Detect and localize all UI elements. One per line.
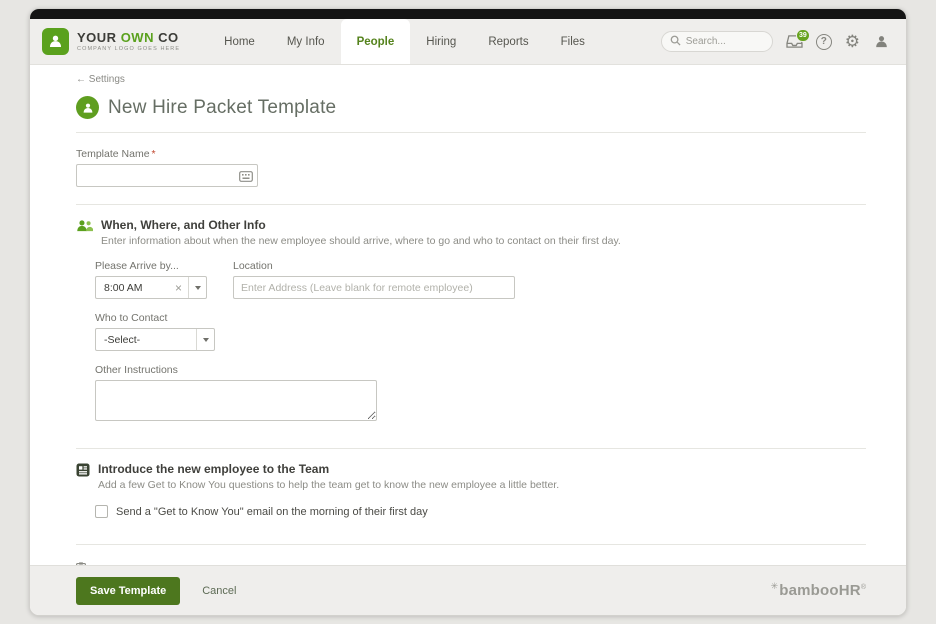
main-nav: Home My Info People Hiring Reports Files [208,19,601,64]
newspaper-icon [76,463,90,491]
save-template-button[interactable]: Save Template [76,577,180,605]
brand-own: OWN [121,30,154,45]
help-icon: ? [816,34,832,50]
header-actions: 39 ? ⚙ [661,19,906,64]
arrive-caret[interactable] [188,277,206,298]
chevron-down-icon [203,338,209,342]
divider [76,204,866,205]
brand-your: YOUR [77,30,117,45]
contact-caret[interactable] [196,329,214,350]
when-where-subtitle: Enter information about when the new emp… [101,235,621,247]
nav-item-home[interactable]: Home [208,19,271,64]
template-name-block: Template Name* [76,148,866,187]
arrive-time-value: 8:00 AM [96,282,151,294]
main-content: ← Settings New Hire Packet Template Temp… [30,65,906,565]
nav-item-files[interactable]: Files [545,19,601,64]
breadcrumb[interactable]: ← Settings [76,74,866,85]
when-where-section-header: When, Where, and Other Info Enter inform… [76,218,866,247]
divider [76,544,866,545]
company-logo[interactable]: YOUR OWN CO COMPANY LOGO GOES HERE [30,19,190,64]
notification-badge: 39 [796,29,810,42]
bamboo-leaf-icon: ✳ [771,581,779,592]
chevron-down-icon [195,286,201,290]
location-input[interactable] [233,276,515,299]
page-title: New Hire Packet Template [108,97,336,119]
introduce-subtitle: Add a few Get to Know You questions to h… [98,479,559,491]
arrive-time-select[interactable]: 8:00 AM × [95,276,207,299]
brand-tagline: COMPANY LOGO GOES HERE [77,47,180,53]
top-strip [30,9,906,19]
cancel-button[interactable]: Cancel [202,585,236,597]
registered-mark: ® [861,584,866,591]
instructions-textarea[interactable] [95,380,377,421]
instructions-field: Other Instructions [95,364,377,426]
nav-item-people[interactable]: People [341,19,411,64]
page-title-row: New Hire Packet Template [76,96,866,119]
divider [76,448,866,449]
contact-label: Who to Contact [95,312,215,324]
arrive-field: Please Arrive by... 8:00 AM × [95,260,207,299]
brand-co: CO [158,30,179,45]
account-icon [873,33,890,50]
clear-icon[interactable]: × [169,281,188,295]
contact-value: -Select- [96,334,148,346]
group-people-icon [76,219,93,247]
logo-person-icon [42,28,69,55]
back-arrow-icon: ← [76,74,86,85]
bamboohr-logo: ✳ bambooHR ® [771,582,866,599]
settings-button[interactable]: ⚙ [845,33,860,50]
location-label: Location [233,260,515,272]
introduce-section-header: Introduce the new employee to the Team A… [76,462,866,491]
footer: Save Template Cancel ✳ bambooHR ® [30,565,906,615]
account-button[interactable] [873,33,890,50]
search-box[interactable] [661,31,773,52]
contact-field: Who to Contact -Select- [95,312,215,351]
bamboohr-wordmark: bambooHR [779,582,861,599]
arrive-label: Please Arrive by... [95,260,207,272]
get-to-know-checkbox[interactable] [95,505,108,518]
search-input[interactable] [686,36,766,47]
gear-icon: ⚙ [845,33,860,50]
search-icon [670,33,681,51]
when-where-title: When, Where, and Other Info [101,218,621,232]
template-name-input[interactable] [76,164,258,187]
get-to-know-row: Send a "Get to Know You" email on the mo… [95,505,866,518]
breadcrumb-label: Settings [89,74,125,85]
nav-item-hiring[interactable]: Hiring [410,19,472,64]
nav-item-reports[interactable]: Reports [472,19,544,64]
get-to-know-label[interactable]: Send a "Get to Know You" email on the mo… [116,506,428,518]
header: YOUR OWN CO COMPANY LOGO GOES HERE Home … [30,19,906,65]
nav-item-my-info[interactable]: My Info [271,19,341,64]
instructions-label: Other Instructions [95,364,377,376]
brand-text: YOUR OWN CO COMPANY LOGO GOES HERE [77,31,180,53]
inbox-button[interactable]: 39 [786,34,803,49]
person-circle-icon [76,96,99,119]
introduce-title: Introduce the new employee to the Team [98,462,559,476]
divider [76,132,866,133]
required-mark: * [152,148,156,160]
template-name-label: Template Name* [76,148,866,160]
keyboard-icon[interactable] [239,169,253,187]
location-field: Location [233,260,515,299]
help-button[interactable]: ? [816,34,832,50]
contact-select[interactable]: -Select- [95,328,215,351]
app-window: YOUR OWN CO COMPANY LOGO GOES HERE Home … [29,8,907,616]
when-where-fields: Please Arrive by... 8:00 AM × Location W… [95,260,866,426]
